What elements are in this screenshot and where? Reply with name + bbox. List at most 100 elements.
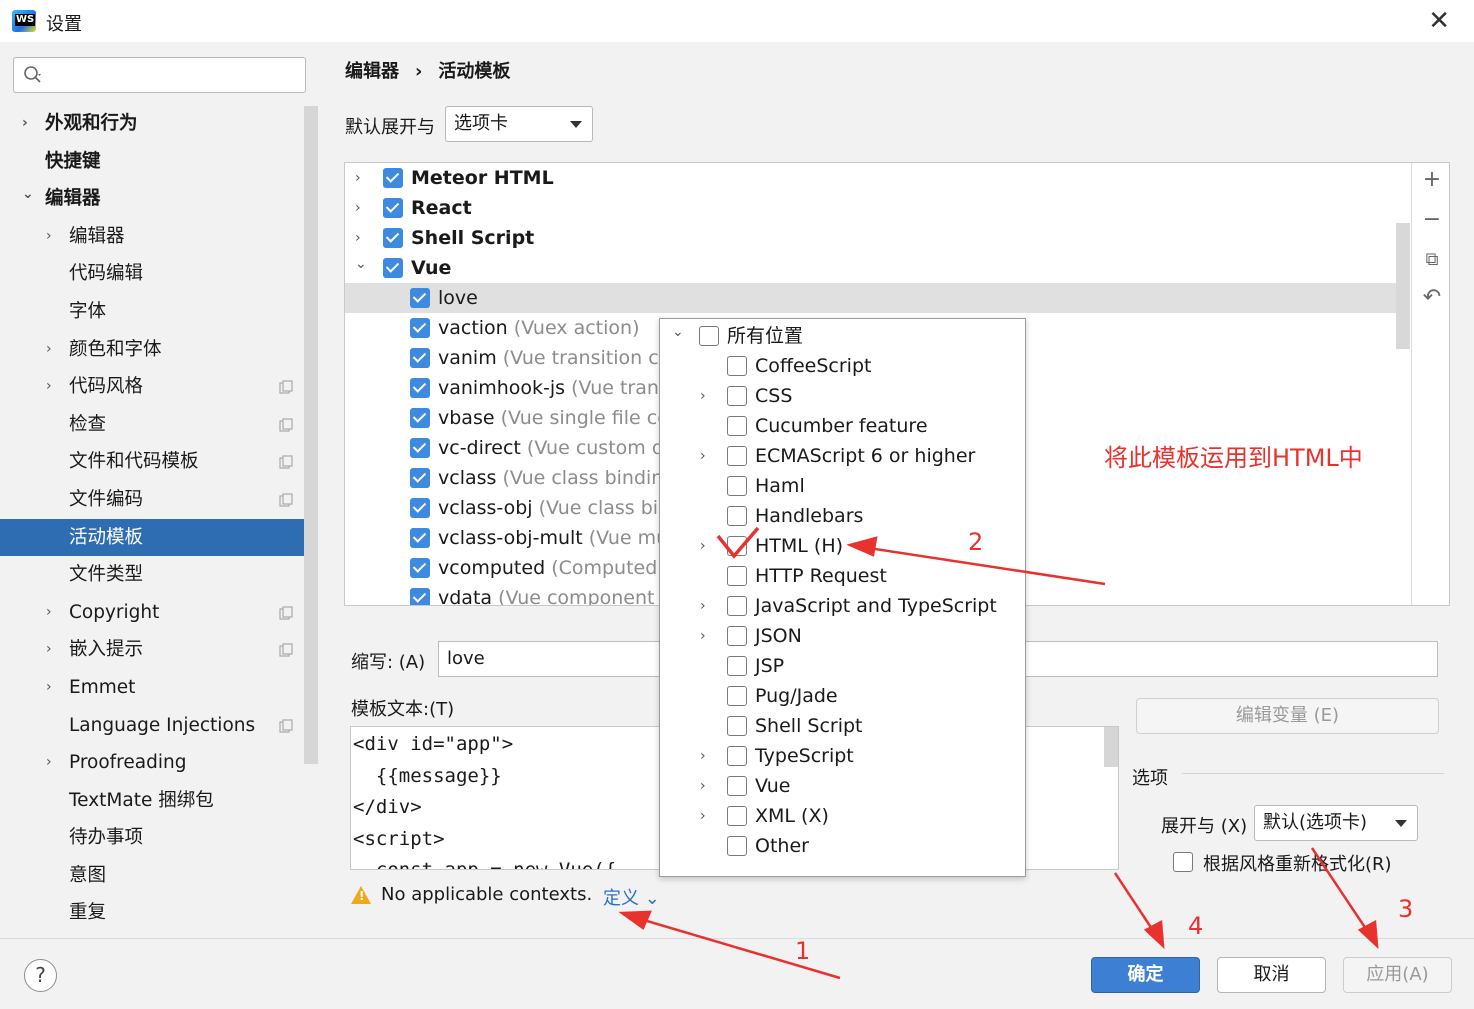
- context-checkbox[interactable]: [727, 416, 747, 436]
- sidebar-item[interactable]: › 颜色和字体: [0, 331, 318, 369]
- template-checkbox[interactable]: [410, 468, 430, 488]
- template-checkbox[interactable]: [383, 198, 403, 218]
- context-checkbox[interactable]: [727, 746, 747, 766]
- remove-icon[interactable]: −: [1420, 209, 1444, 233]
- chevron-right-icon[interactable]: ›: [700, 531, 706, 561]
- sidebar-item[interactable]: ⌄ 编辑器: [0, 180, 318, 218]
- sidebar-item[interactable]: › Copyright: [0, 594, 318, 632]
- sidebar-item[interactable]: 字体: [0, 293, 318, 331]
- template-checkbox[interactable]: [410, 288, 430, 308]
- context-option[interactable]: › XML (X): [660, 801, 1020, 831]
- sidebar-scrollbar[interactable]: [304, 106, 318, 764]
- chevron-down-icon[interactable]: ⌄: [672, 317, 684, 347]
- context-checkbox[interactable]: [727, 806, 747, 826]
- sidebar-item[interactable]: › Proofreading: [0, 744, 318, 782]
- define-context-link[interactable]: 定义 ⌄: [603, 884, 660, 910]
- sidebar-item[interactable]: 文件和代码模板: [0, 443, 318, 481]
- chevron-right-icon[interactable]: ›: [700, 441, 706, 471]
- edit-variables-button[interactable]: 编辑变量 (E): [1136, 698, 1439, 734]
- context-option[interactable]: › CSS: [660, 381, 1020, 411]
- sidebar-item[interactable]: 文件类型: [0, 556, 318, 594]
- template-checkbox[interactable]: [410, 588, 430, 605]
- context-checkbox[interactable]: [727, 836, 747, 856]
- chevron-right-icon[interactable]: ›: [700, 741, 706, 771]
- chevron-right-icon[interactable]: ›: [355, 163, 361, 193]
- sidebar-item[interactable]: 文件编码: [0, 481, 318, 519]
- chevron-right-icon[interactable]: ›: [46, 669, 60, 707]
- chevron-right-icon[interactable]: ›: [355, 223, 361, 253]
- context-option[interactable]: JSP: [660, 651, 1020, 681]
- context-checkbox[interactable]: [727, 506, 747, 526]
- template-checkbox[interactable]: [383, 258, 403, 278]
- sidebar-item[interactable]: 检查: [0, 406, 318, 444]
- sidebar-item[interactable]: 重复: [0, 894, 318, 932]
- help-button[interactable]: ?: [24, 959, 57, 992]
- template-list-scrollbar[interactable]: [1396, 223, 1410, 349]
- sidebar-item[interactable]: 代码编辑: [0, 255, 318, 293]
- context-option[interactable]: Haml: [660, 471, 1020, 501]
- context-option[interactable]: › Vue: [660, 771, 1020, 801]
- template-group-row[interactable]: ⌄ Vue: [345, 253, 1405, 283]
- context-option[interactable]: › JavaScript and TypeScript: [660, 591, 1020, 621]
- chevron-right-icon[interactable]: ›: [700, 591, 706, 621]
- chevron-down-icon[interactable]: ⌄: [22, 176, 36, 214]
- template-checkbox[interactable]: [410, 408, 430, 428]
- context-option[interactable]: Cucumber feature: [660, 411, 1020, 441]
- context-option[interactable]: › TypeScript: [660, 741, 1020, 771]
- context-option[interactable]: Other: [660, 831, 1020, 861]
- chevron-right-icon[interactable]: ›: [700, 621, 706, 651]
- sidebar-item[interactable]: › 外观和行为: [0, 105, 318, 143]
- template-checkbox[interactable]: [383, 168, 403, 188]
- chevron-right-icon[interactable]: ›: [700, 801, 706, 831]
- template-checkbox[interactable]: [410, 378, 430, 398]
- chevron-right-icon[interactable]: ›: [355, 193, 361, 223]
- context-checkbox[interactable]: [699, 326, 719, 346]
- context-checkbox[interactable]: [727, 626, 747, 646]
- sidebar-item[interactable]: 待办事项: [0, 819, 318, 857]
- template-group-row[interactable]: › React: [345, 193, 1405, 223]
- default-expand-select[interactable]: 选项卡: [445, 106, 593, 142]
- chevron-down-icon[interactable]: ⌄: [355, 249, 367, 279]
- chevron-right-icon[interactable]: ›: [700, 381, 706, 411]
- template-text-scrollbar[interactable]: [1104, 727, 1118, 767]
- template-checkbox[interactable]: [410, 438, 430, 458]
- context-checkbox[interactable]: [727, 476, 747, 496]
- context-option[interactable]: ⌄ 所有位置: [660, 321, 1020, 351]
- chevron-right-icon[interactable]: ›: [46, 368, 60, 406]
- context-checkbox[interactable]: [727, 446, 747, 466]
- template-checkbox[interactable]: [410, 558, 430, 578]
- cancel-button[interactable]: 取消: [1217, 957, 1326, 993]
- chevron-right-icon[interactable]: ›: [22, 105, 36, 143]
- template-checkbox[interactable]: [410, 498, 430, 518]
- template-checkbox[interactable]: [410, 528, 430, 548]
- chevron-right-icon[interactable]: ›: [46, 594, 60, 632]
- context-checkbox[interactable]: [727, 686, 747, 706]
- chevron-right-icon[interactable]: ›: [46, 631, 60, 669]
- context-checkbox[interactable]: [727, 386, 747, 406]
- template-group-row[interactable]: › Meteor HTML: [345, 163, 1405, 193]
- context-option[interactable]: HTTP Request: [660, 561, 1020, 591]
- context-option[interactable]: CoffeeScript: [660, 351, 1020, 381]
- sidebar-item[interactable]: TextMate 捆绑包: [0, 782, 318, 820]
- search-input[interactable]: [13, 57, 306, 93]
- context-option[interactable]: Shell Script: [660, 711, 1020, 741]
- chevron-right-icon[interactable]: ›: [46, 331, 60, 369]
- context-checkbox[interactable]: [727, 566, 747, 586]
- template-checkbox[interactable]: [410, 318, 430, 338]
- expand-with-select[interactable]: 默认(选项卡): [1254, 805, 1418, 841]
- context-option[interactable]: › ECMAScript 6 or higher: [660, 441, 1020, 471]
- context-checkbox[interactable]: [727, 596, 747, 616]
- context-option[interactable]: › JSON: [660, 621, 1020, 651]
- context-checkbox[interactable]: [727, 356, 747, 376]
- sidebar-item[interactable]: › 嵌入提示: [0, 631, 318, 669]
- sidebar-item[interactable]: 快捷键: [0, 143, 318, 181]
- revert-icon[interactable]: ↶: [1420, 287, 1444, 311]
- close-icon[interactable]: ✕: [1428, 6, 1450, 36]
- context-checkbox[interactable]: [727, 776, 747, 796]
- template-checkbox[interactable]: [383, 228, 403, 248]
- reformat-checkbox[interactable]: [1173, 852, 1193, 872]
- sidebar-item[interactable]: › 代码风格: [0, 368, 318, 406]
- template-checkbox[interactable]: [410, 348, 430, 368]
- add-icon[interactable]: +: [1420, 169, 1444, 193]
- template-group-row[interactable]: › Shell Script: [345, 223, 1405, 253]
